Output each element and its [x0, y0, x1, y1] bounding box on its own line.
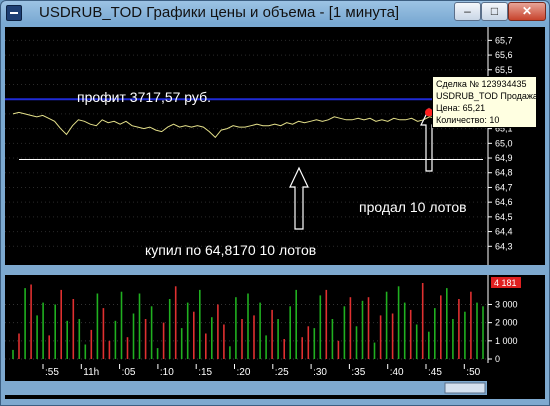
title-bar[interactable]: USDRUB_TOD Графики цены и объема - [1 ми…: [1, 1, 549, 25]
time-tick-label: :10: [160, 367, 174, 378]
minimize-button[interactable]: –: [454, 2, 481, 21]
volume-tick-label: 1 000: [495, 336, 518, 346]
time-tick-label: :25: [275, 367, 289, 378]
time-tick-label: :30: [313, 367, 327, 378]
time-tick-label: :35: [351, 367, 365, 378]
price-y-axis: 65,765,665,565,465,365,265,165,064,964,8…: [488, 35, 513, 251]
time-tick-label: :55: [45, 367, 59, 378]
price-tick-label: 64,7: [495, 182, 513, 192]
price-tick-label: 64,8: [495, 168, 513, 178]
window-title: USDRUB_TOD Графики цены и объема - [1 ми…: [39, 4, 400, 21]
profit-annotation: профит 3717,57 руб.: [77, 89, 211, 105]
tooltip-line: Количество: 10: [436, 115, 500, 125]
time-tick-label: :50: [466, 367, 480, 378]
price-tick-label: 64,5: [495, 212, 513, 222]
volume-tick-label: 0: [495, 354, 500, 364]
scrollbar-thumb[interactable]: [444, 382, 486, 394]
price-tick-label: 64,3: [495, 241, 513, 251]
time-tick-label: 11h: [83, 367, 99, 378]
price-tick-label: 65,6: [495, 50, 513, 60]
bought-annotation: купил по 64,8170 10 лотов: [145, 242, 317, 258]
volume-tick-label: 2 000: [495, 318, 518, 328]
app-window: USDRUB_TOD Графики цены и объема - [1 ми…: [0, 0, 550, 406]
horizontal-scrollbar[interactable]: [5, 381, 487, 395]
volume-panel: [5, 275, 487, 363]
chart-area: 65,765,665,565,465,365,265,165,064,964,8…: [5, 27, 545, 399]
trade-tooltip: Сделка № 123934435 USDRUB_TOD Продажа Це…: [432, 76, 537, 128]
tooltip-line: Цена: 65,21: [436, 103, 486, 113]
volume-tick-label: 3 000: [495, 299, 518, 309]
time-tick-label: :15: [198, 367, 212, 378]
tooltip-line: Сделка № 123934435: [436, 79, 527, 89]
price-tick-label: 65,0: [495, 138, 513, 148]
panel-separator: [5, 265, 545, 275]
price-tick-label: 64,6: [495, 197, 513, 207]
time-tick-label: :05: [122, 367, 136, 378]
price-tick-label: 65,5: [495, 65, 513, 75]
time-tick-label: :45: [428, 367, 442, 378]
time-tick-label: :20: [237, 367, 251, 378]
tooltip-line: USDRUB_TOD Продажа: [436, 91, 537, 101]
close-button[interactable]: ✕: [508, 2, 546, 21]
app-icon: [6, 5, 22, 21]
time-tick-label: :40: [390, 367, 404, 378]
price-panel: [5, 27, 487, 265]
price-tick-label: 64,4: [495, 227, 513, 237]
volume-max-label: 4 181: [494, 278, 517, 288]
volume-y-axis: 3 000 2 000 1 000 0 4 181: [488, 276, 521, 364]
price-tick-label: 64,9: [495, 153, 513, 163]
maximize-button[interactable]: □: [481, 2, 508, 21]
price-tick-label: 65,7: [495, 35, 513, 45]
sold-annotation: продал 10 лотов: [359, 199, 467, 215]
